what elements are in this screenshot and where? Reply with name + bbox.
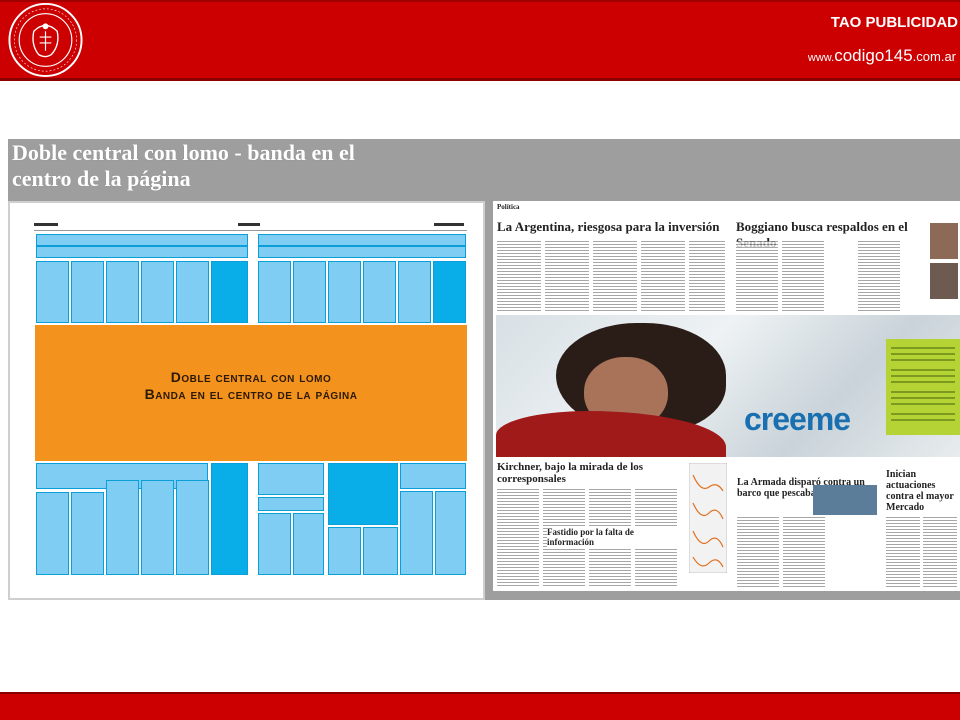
layout-block (71, 261, 104, 323)
band-text-line-2: Banda en el centro de la página (144, 386, 358, 402)
portrait-photo (930, 263, 958, 299)
headline: Kirchner, bajo la mirada de los correspo… (497, 461, 644, 485)
layout-block (363, 261, 396, 323)
layout-block (36, 246, 248, 258)
text-column (736, 241, 778, 313)
slide: TAO PUBLICIDAD www.codigo145.com.ar Dobl… (0, 0, 960, 720)
layout-block (400, 491, 433, 575)
layout-block (293, 261, 326, 323)
layout-block (293, 513, 324, 575)
ad-text-box (886, 339, 960, 435)
text-column (782, 241, 824, 313)
university-seal-icon (8, 2, 83, 78)
text-column (858, 241, 900, 313)
layout-block (106, 261, 139, 323)
image-title: Doble central con lomo - banda en el cen… (12, 140, 482, 192)
line-chart-graphic (689, 463, 727, 573)
mockup-meta (434, 223, 464, 226)
layout-block (211, 463, 248, 575)
text-column (689, 241, 725, 313)
layout-block (398, 261, 431, 323)
portrait-photo (930, 223, 958, 259)
layout-block (433, 261, 466, 323)
layout-block (106, 480, 139, 575)
layout-block (36, 492, 69, 575)
layout-block (328, 463, 398, 525)
layout-block (363, 527, 398, 575)
ship-photo (813, 485, 877, 515)
image-title-line-1: Doble central con lomo - banda en el (12, 140, 355, 165)
url-suffix: .com.ar (912, 49, 956, 64)
text-column (593, 241, 637, 313)
central-band: Doble central con lomo Banda en el centr… (35, 325, 467, 461)
website-url[interactable]: www.codigo145.com.ar (808, 46, 956, 66)
layout-block (36, 234, 248, 246)
layout-block (258, 497, 324, 511)
newspaper-example: Política La Argentina, riesgosa para la … (493, 201, 960, 591)
footer-bar (0, 692, 960, 720)
layout-block (71, 492, 104, 575)
layout-mockup: Doble central con lomo Banda en el centr… (8, 201, 485, 600)
mockup-meta (238, 223, 260, 226)
brand-name: TAO PUBLICIDAD (830, 14, 958, 31)
layout-block (176, 480, 209, 575)
layout-block (211, 261, 248, 323)
ad-logo: creeme (744, 401, 851, 437)
mockup-rule (34, 230, 467, 231)
layout-block (328, 261, 361, 323)
layout-block (258, 234, 466, 246)
text-column (923, 517, 957, 587)
section-label: Política (497, 203, 520, 211)
layout-block (36, 261, 69, 323)
text-column (497, 241, 541, 313)
image-title-line-2: centro de la página (12, 166, 191, 191)
subheadline: Fastidio por la falta de información (547, 527, 677, 547)
band-text-line-1: Doble central con lomo (170, 369, 332, 385)
headline: Inician actuaciones contra el mayor Merc… (886, 469, 954, 513)
text-column (737, 517, 779, 587)
layout-block (258, 246, 466, 258)
layout-block (400, 463, 466, 489)
content-image: Doble central con lomo - banda en el cen… (8, 139, 960, 600)
advertisement-band: creeme (496, 315, 960, 457)
text-column (783, 517, 825, 587)
text-column (641, 241, 685, 313)
url-main: codigo145 (834, 46, 913, 65)
text-column (545, 241, 589, 313)
text-column (886, 517, 920, 587)
layout-block (176, 261, 209, 323)
header-bar: TAO PUBLICIDAD www.codigo145.com.ar (0, 0, 960, 81)
text-column (497, 489, 539, 587)
layout-block (258, 463, 324, 495)
mockup-meta (34, 223, 58, 226)
layout-block (435, 491, 466, 575)
layout-block (141, 261, 174, 323)
layout-block (328, 527, 361, 575)
url-prefix: www. (807, 52, 835, 64)
layout-block (141, 480, 174, 575)
headline: La Argentina, riesgosa para la inversión (497, 219, 720, 234)
layout-block (258, 261, 291, 323)
layout-block (258, 513, 291, 575)
